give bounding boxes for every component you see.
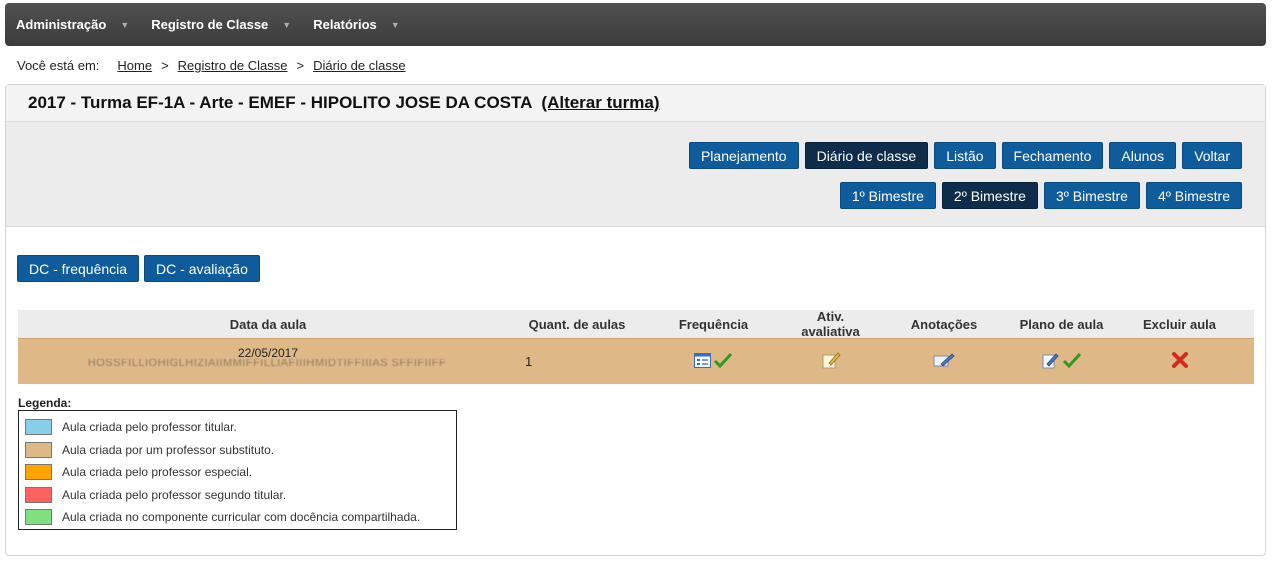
teacher-name: HOSSFILLIOHIGLHIZIAIIMMIFFILLIAFIIIHMIDT… [87, 358, 447, 369]
chevron-down-icon: ▼ [120, 19, 130, 30]
alunos-button[interactable]: Alunos [1109, 142, 1177, 169]
nav-item-label: Registro de Classe [151, 17, 269, 32]
header-excluir-aula: Excluir aula [1143, 316, 1216, 332]
legend-swatch-substituto [25, 441, 52, 458]
date-cell: 22/05/2017 HOSSFILLIOHIGLHIZIAIIMMIFFILL… [18, 339, 518, 385]
toolbar: Planejamento Diário de classe Listão Fec… [6, 122, 1265, 227]
header-ativ-avaliativa: Ativ. avaliativa [801, 309, 860, 339]
header-quant-aulas: Quant. de aulas [528, 316, 626, 332]
legend-label: Aula criada pelo professor titular. [62, 420, 237, 435]
voltar-button[interactable]: Voltar [1182, 142, 1242, 169]
nav-item-registro-de-classe[interactable]: Registro de Classe ▼ [151, 17, 291, 32]
pencil-icon[interactable] [933, 352, 955, 371]
top-navbar: Administração ▼ Registro de Classe ▼ Rel… [5, 3, 1266, 46]
bimestre-3-button[interactable]: 3º Bimestre [1043, 182, 1140, 209]
header-data-da-aula: Data da aula [229, 316, 307, 332]
diario-de-classe-button[interactable]: Diário de classe [804, 142, 929, 169]
alter-turma-link[interactable]: (Alterar turma) [541, 93, 659, 113]
dc-avaliacao-button[interactable]: DC - avaliação [144, 255, 260, 282]
toolbar-main-buttons: Planejamento Diário de classe Listão Fec… [688, 142, 1242, 169]
bimestre-2-button[interactable]: 2º Bimestre [941, 182, 1038, 209]
dc-buttons: DC - frequência DC - avaliação [17, 255, 260, 282]
anotacoes-cell [870, 352, 1018, 371]
plano-de-aula-cell [1018, 352, 1105, 372]
nav-item-administracao[interactable]: Administração ▼ [16, 17, 129, 32]
legend-label: Aula criada pelo professor especial. [62, 465, 253, 480]
bimestre-4-button[interactable]: 4º Bimestre [1145, 182, 1242, 209]
chevron-down-icon: ▼ [282, 19, 292, 30]
edit-note-icon[interactable] [821, 351, 841, 372]
delete-x-icon[interactable] [1171, 351, 1189, 372]
nav-item-label: Administração [16, 17, 107, 32]
header-frequencia: Frequência [678, 316, 749, 332]
legend-label: Aula criada por um professor substituto. [62, 442, 275, 457]
ativ-avaliativa-cell [791, 351, 870, 372]
excluir-aula-cell [1105, 351, 1254, 372]
legend-swatch-titular [25, 419, 52, 436]
legend-item: Aula criada pelo professor segundo titul… [25, 484, 450, 507]
page-title: 2017 - Turma EF-1A - Arte - EMEF - HIPOL… [28, 93, 533, 112]
legend-swatch-especial [25, 464, 52, 481]
breadcrumb-separator: > [161, 58, 169, 73]
planejamento-button[interactable]: Planejamento [688, 142, 799, 169]
frequencia-cell [636, 352, 791, 372]
breadcrumb-registro-link[interactable]: Registro de Classe [178, 58, 288, 73]
table-header: Data da aula Quant. de aulas Frequência … [18, 309, 1254, 339]
aulas-table: Data da aula Quant. de aulas Frequência … [18, 309, 1254, 384]
table-row: 22/05/2017 HOSSFILLIOHIGLHIZIAIIMMIFFILL… [18, 338, 1254, 384]
breadcrumb-home-link[interactable]: Home [117, 58, 152, 73]
chevron-down-icon: ▼ [390, 19, 400, 30]
legend-item: Aula criada pelo professor titular. [25, 416, 450, 439]
edit-document-icon[interactable] [1042, 352, 1060, 372]
breadcrumb: Você está em: Home > Registro de Classe … [17, 58, 406, 73]
legend-item: Aula criada pelo professor especial. [25, 461, 450, 484]
breadcrumb-diario-link[interactable]: Diário de classe [313, 58, 406, 73]
fechamento-button[interactable]: Fechamento [1001, 142, 1104, 169]
legend-label: Aula criada pelo professor segundo titul… [62, 487, 287, 502]
quantity-cell: 1 [525, 354, 533, 369]
checkmark-icon [713, 352, 733, 372]
legend-title: Legenda: [18, 396, 72, 410]
legend-swatch-compartilhada [25, 509, 52, 526]
listao-button[interactable]: Listão [934, 142, 996, 169]
breadcrumb-prefix: Você está em: [17, 58, 100, 73]
main-panel: 2017 - Turma EF-1A - Arte - EMEF - HIPOL… [5, 84, 1266, 556]
header-anotacoes: Anotações [910, 316, 978, 332]
calendar-list-icon[interactable] [694, 352, 711, 371]
bimestre-1-button[interactable]: 1º Bimestre [839, 182, 936, 209]
nav-item-label: Relatórios [313, 17, 377, 32]
panel-header: 2017 - Turma EF-1A - Arte - EMEF - HIPOL… [6, 85, 1265, 122]
legend: Aula criada pelo professor titular. Aula… [18, 410, 457, 530]
legend-swatch-segundo-titular [25, 486, 52, 503]
bimestre-buttons: 1º Bimestre 2º Bimestre 3º Bimestre 4º B… [839, 182, 1242, 209]
header-plano-de-aula: Plano de aula [1019, 316, 1104, 332]
nav-item-relatorios[interactable]: Relatórios ▼ [313, 17, 400, 32]
breadcrumb-separator: > [296, 58, 305, 73]
legend-item: Aula criada no componente curricular com… [25, 506, 450, 529]
checkmark-icon [1062, 352, 1082, 372]
dc-frequencia-button[interactable]: DC - frequência [17, 255, 140, 282]
aula-date: 22/05/2017 [237, 345, 299, 360]
legend-label: Aula criada no componente curricular com… [62, 510, 421, 525]
legend-item: Aula criada por um professor substituto. [25, 439, 450, 462]
